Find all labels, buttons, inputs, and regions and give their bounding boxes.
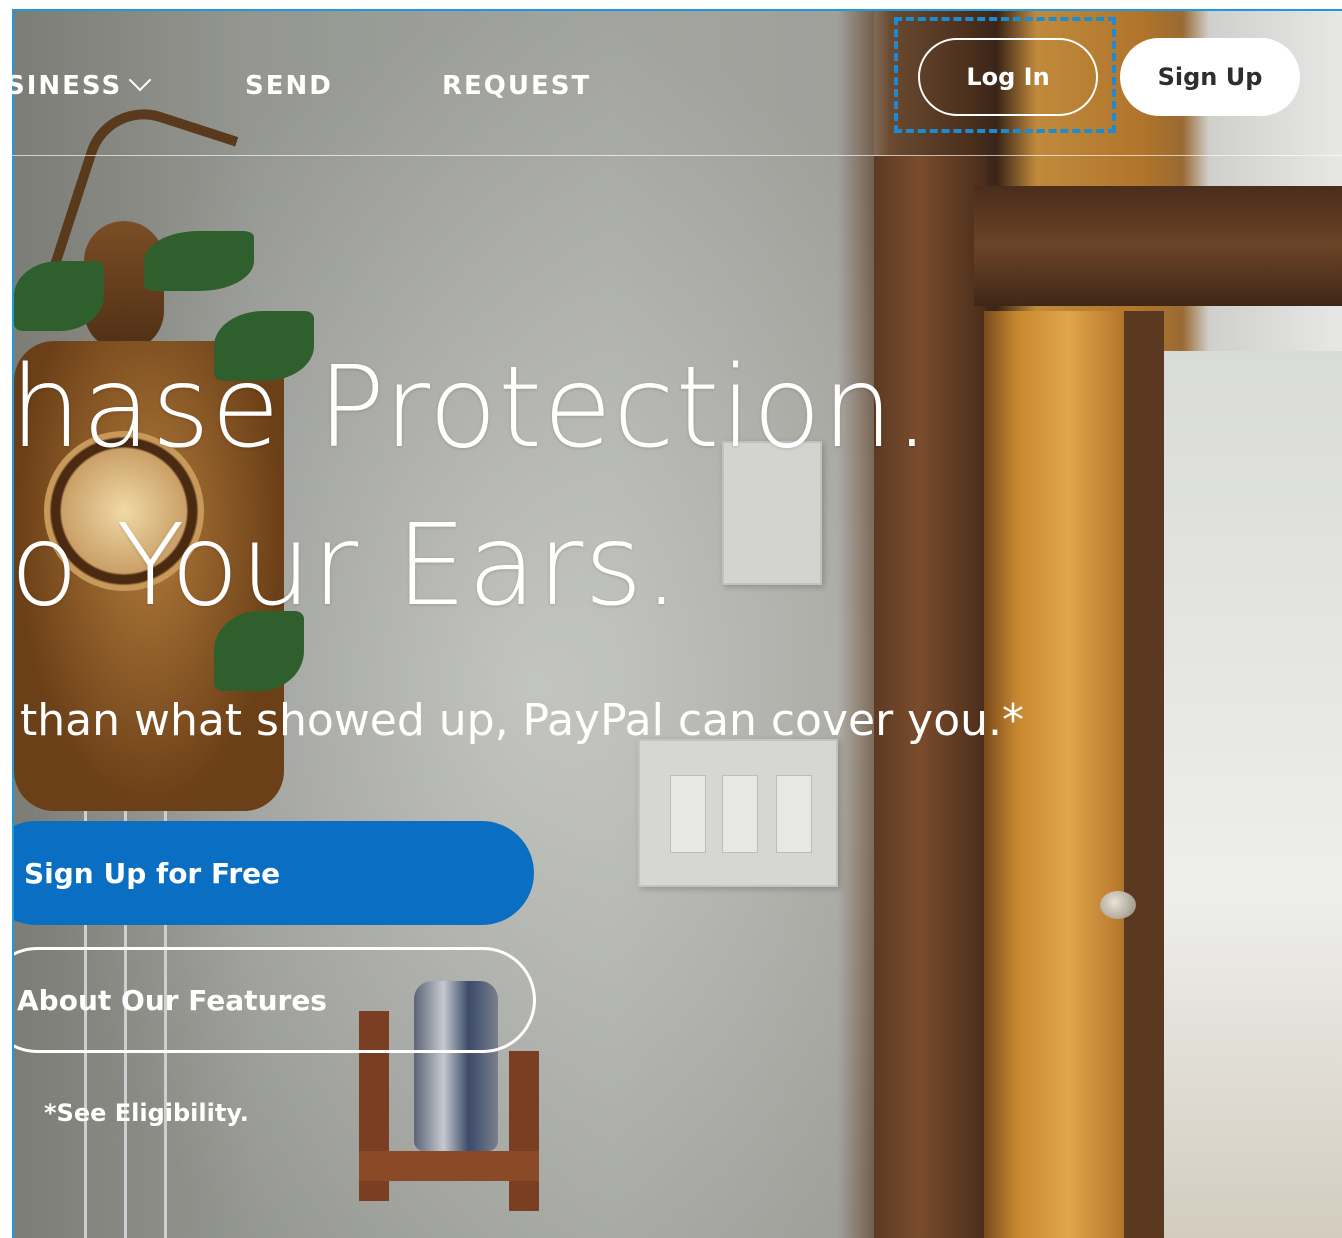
- sign-up-free-button[interactable]: Sign Up for Free: [14, 821, 534, 925]
- wooden-beam-horizontal: [974, 186, 1342, 306]
- learn-features-label: About Our Features: [17, 983, 327, 1017]
- highlight-box: [894, 17, 1116, 133]
- nav-send[interactable]: SEND: [245, 71, 333, 101]
- sign-up-button[interactable]: Sign Up: [1120, 38, 1300, 116]
- shelf-board: [359, 1151, 539, 1181]
- sign-up-free-label: Sign Up for Free: [24, 856, 281, 890]
- hero-headline-line1: hase Protection.: [12, 343, 931, 473]
- light-switch-triple: [638, 739, 838, 887]
- chevron-down-icon: [128, 68, 152, 92]
- learn-features-button[interactable]: About Our Features: [14, 947, 536, 1053]
- shelf-post-right: [509, 1051, 539, 1211]
- door-knob: [1100, 891, 1136, 919]
- door-frame: [1124, 311, 1164, 1238]
- hero-background: hase Protection. o Your Ears. than what …: [12, 9, 1342, 1238]
- hero-subheadline: than what showed up, PayPal can cover yo…: [20, 695, 1024, 746]
- sign-up-label: Sign Up: [1157, 63, 1263, 91]
- adjacent-room: [1164, 351, 1342, 1238]
- nav-business[interactable]: SINESS: [6, 68, 152, 101]
- nav-request[interactable]: REQUEST: [442, 71, 591, 101]
- nav-business-label: SINESS: [6, 71, 123, 101]
- see-eligibility-link[interactable]: *See Eligibility.: [44, 1099, 249, 1127]
- hero-headline-line2: o Your Ears.: [12, 501, 681, 631]
